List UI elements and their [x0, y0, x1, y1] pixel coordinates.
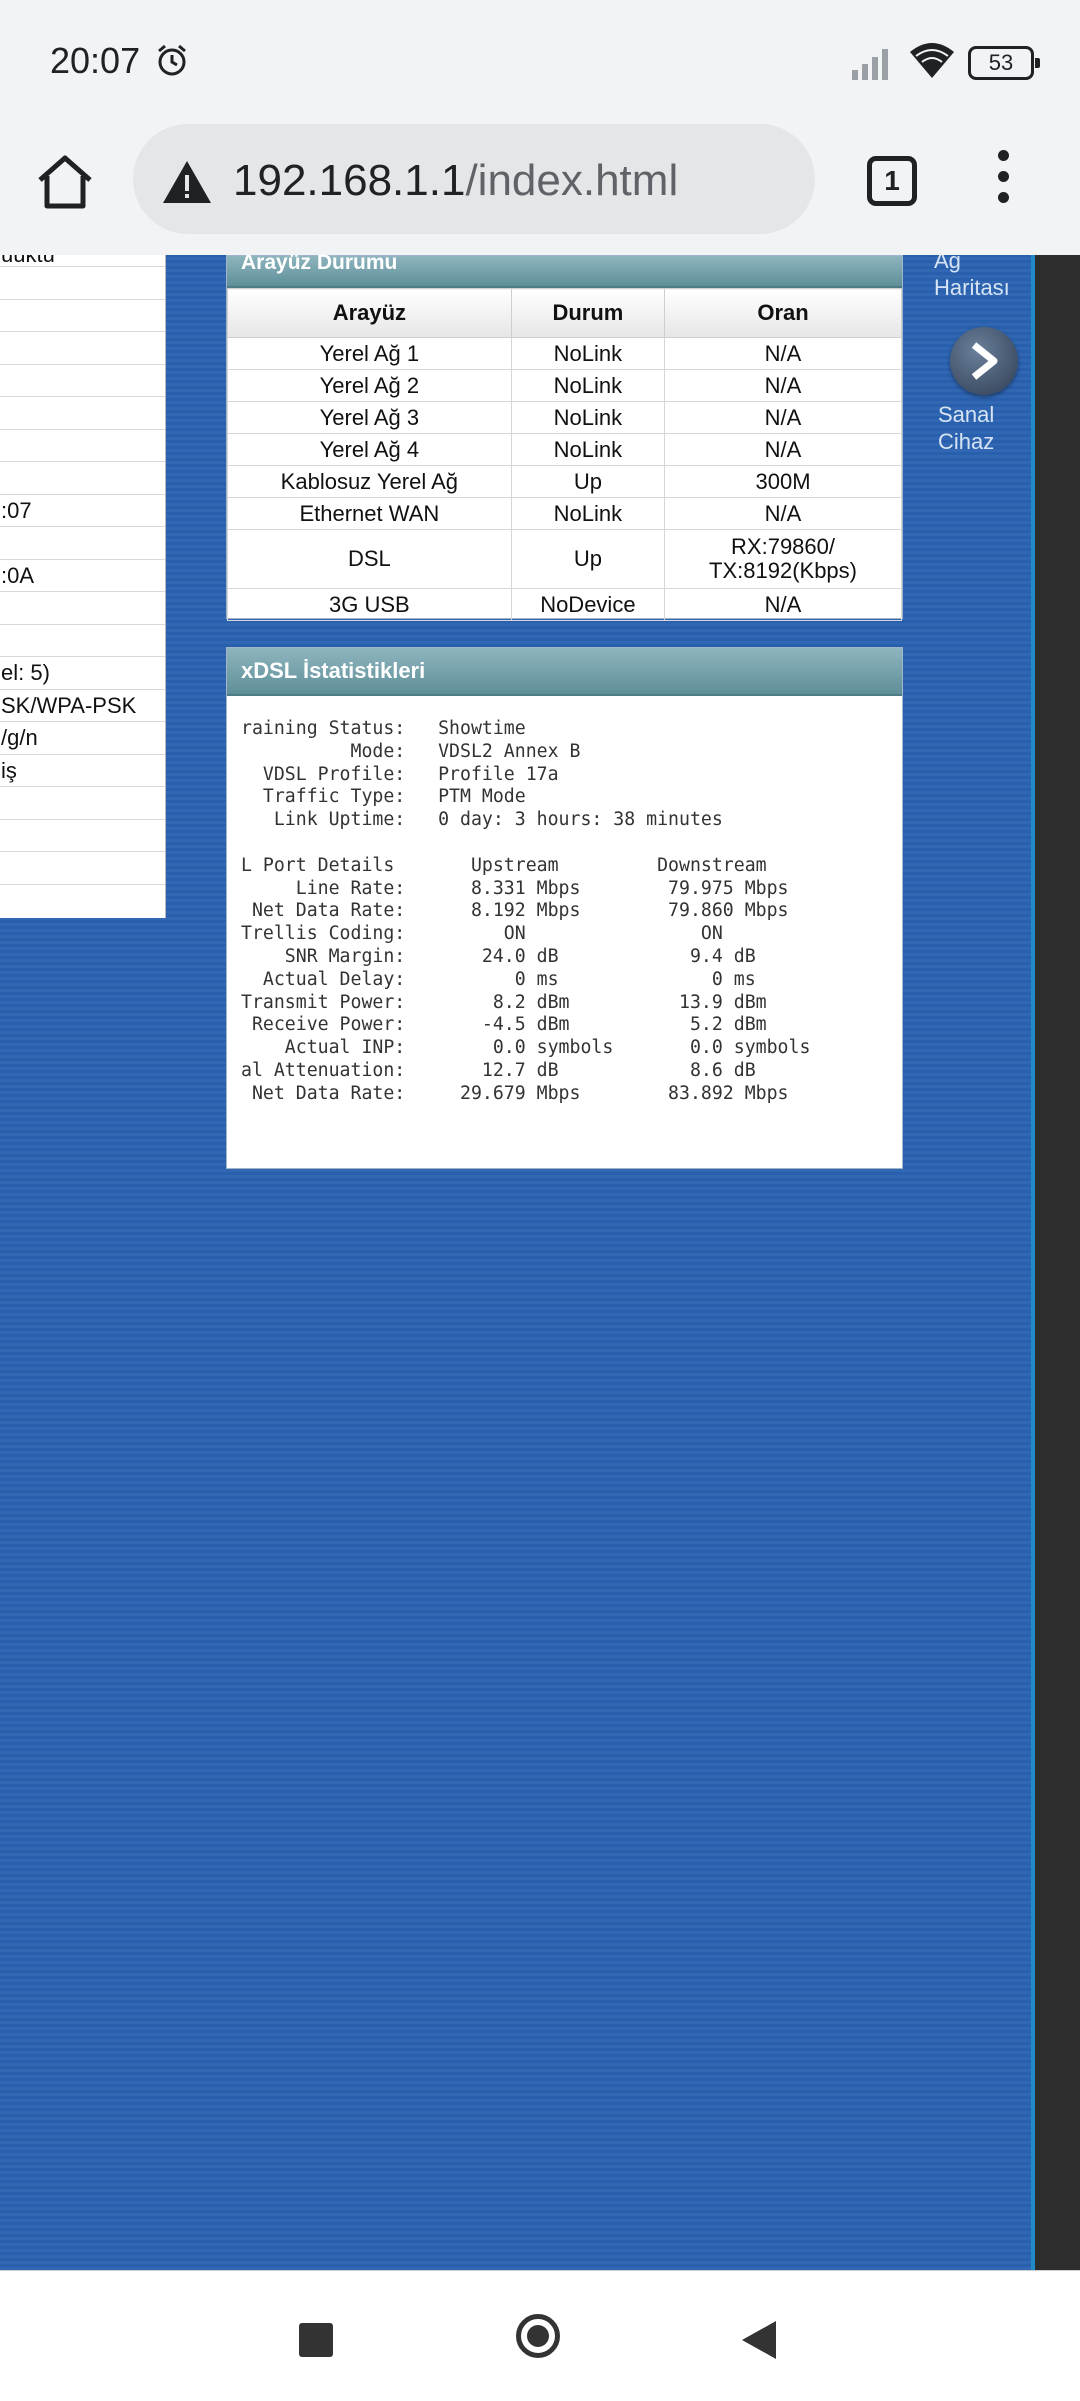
address-bar[interactable]: 192.168.1.1/index.html [133, 124, 815, 234]
table-row: 3G USB NoDevice N/A [227, 588, 902, 621]
table-row: Yerel Ağ 3 NoLink N/A [227, 401, 902, 434]
interface-rate: RX:79860/TX:8192(Kbps) [664, 529, 902, 589]
url-path: /index.html [465, 156, 679, 205]
network-map-link[interactable]: Ağ Haritası [934, 255, 1010, 301]
info-row [0, 332, 165, 365]
xdsl-stats-panel: xDSL İstatistikleri raining Status: Show… [226, 647, 903, 1169]
header-interface: Arayüz [227, 288, 512, 338]
more-menu-icon[interactable] [990, 150, 1016, 216]
interface-rate: N/A [664, 401, 902, 434]
interface-state: NoLink [510, 401, 666, 434]
info-row: iş [0, 755, 165, 787]
table-row: DSL Up RX:79860/TX:8192(Kbps) [227, 529, 902, 589]
status-bar: 20:07 53 [0, 0, 1080, 110]
status-time: 20:07 [50, 40, 141, 81]
info-row: el: 5) [0, 657, 165, 690]
interface-rate: N/A [664, 588, 902, 621]
interface-rate: N/A [664, 433, 902, 466]
header-status: Durum [510, 288, 666, 338]
alarm-icon [158, 44, 186, 76]
info-row: uuktu [0, 255, 165, 267]
info-row: :0A [0, 560, 165, 592]
interface-state: NoLink [510, 497, 666, 530]
scrollbar-track[interactable] [1035, 255, 1080, 2270]
home-button[interactable] [516, 2314, 560, 2358]
interface-name: Yerel Ağ 4 [227, 433, 512, 466]
url-host: 192.168.1.1 [233, 156, 466, 205]
system-nav-bar [0, 2270, 1080, 2401]
info-row [0, 462, 165, 495]
interface-state: NoLink [510, 337, 666, 370]
interface-name: 3G USB [227, 588, 512, 621]
url-text[interactable]: 192.168.1.1/index.html [233, 156, 678, 206]
table-row: Kablosuz Yerel Ağ Up 300M [227, 465, 902, 498]
interface-status-panel: Arayüz Durumu Arayüz Durum Oran Yerel Ağ… [226, 255, 903, 621]
web-viewport[interactable]: uuktu :07 :0A el: 5)SK/WPA-PSK/g/niş Arayüz… [0, 255, 1080, 2270]
xdsl-stats-text: raining Status: Showtime Mode: VDSL2 Ann… [241, 718, 811, 1104]
interface-rate: N/A [664, 497, 902, 530]
interface-name: Yerel Ağ 2 [227, 369, 512, 402]
info-row [0, 365, 165, 397]
info-row [0, 592, 165, 625]
tab-switcher-button[interactable]: 1 [867, 156, 917, 206]
home-icon[interactable] [36, 154, 94, 210]
header-rate: Oran [664, 288, 902, 338]
table-row: Ethernet WAN NoLink N/A [227, 497, 902, 530]
interface-name: Yerel Ağ 1 [227, 337, 512, 370]
info-row [0, 820, 165, 852]
table-row: Yerel Ağ 4 NoLink N/A [227, 433, 902, 466]
virtual-device-link[interactable]: Sanal Cihaz [938, 401, 994, 455]
interface-name: DSL [227, 529, 512, 589]
info-row: /g/n [0, 722, 165, 755]
info-row: SK/WPA-PSK [0, 690, 165, 722]
interface-status-title: Arayüz Durumu [227, 255, 902, 288]
chevron-right-icon [971, 342, 998, 380]
interface-name: Yerel Ağ 3 [227, 401, 512, 434]
interface-name: Ethernet WAN [227, 497, 512, 530]
next-arrow-button[interactable] [950, 327, 1018, 395]
info-row [0, 397, 165, 430]
battery-indicator: 53 [968, 46, 1040, 80]
interface-state: Up [510, 465, 666, 498]
interface-rate: N/A [664, 337, 902, 370]
device-info-panel: uuktu :07 :0A el: 5)SK/WPA-PSK/g/niş [0, 255, 166, 918]
warning-icon[interactable] [161, 159, 213, 205]
interface-status-table: Arayüz Durum Oran Yerel Ağ 1 NoLink N/A … [227, 288, 902, 621]
info-row [0, 625, 165, 657]
table-row: Yerel Ağ 2 NoLink N/A [227, 369, 902, 402]
dsl-rx-rate: RX:79860/ [731, 534, 835, 559]
info-row [0, 430, 165, 462]
info-row [0, 267, 165, 300]
info-row [0, 300, 165, 332]
interface-rate: 300M [664, 465, 902, 498]
interface-state: Up [510, 529, 666, 589]
interface-name: Kablosuz Yerel Ağ [227, 465, 512, 498]
interface-state: NoDevice [510, 588, 666, 621]
info-row: :07 [0, 495, 165, 527]
xdsl-stats-title: xDSL İstatistikleri [227, 648, 902, 696]
info-row [0, 852, 165, 885]
info-row [0, 527, 165, 560]
interface-state: NoLink [510, 433, 666, 466]
recents-button[interactable] [299, 2323, 333, 2357]
back-button[interactable] [742, 2321, 776, 2359]
info-row [0, 787, 165, 820]
dsl-tx-rate: TX:8192(Kbps) [709, 558, 857, 583]
interface-rate: N/A [664, 369, 902, 402]
table-row: Yerel Ağ 1 NoLink N/A [227, 337, 902, 370]
cell-signal-icon [852, 49, 888, 80]
browser-toolbar: 192.168.1.1/index.html 1 [0, 110, 1080, 255]
interface-state: NoLink [510, 369, 666, 402]
wifi-icon [910, 43, 954, 78]
